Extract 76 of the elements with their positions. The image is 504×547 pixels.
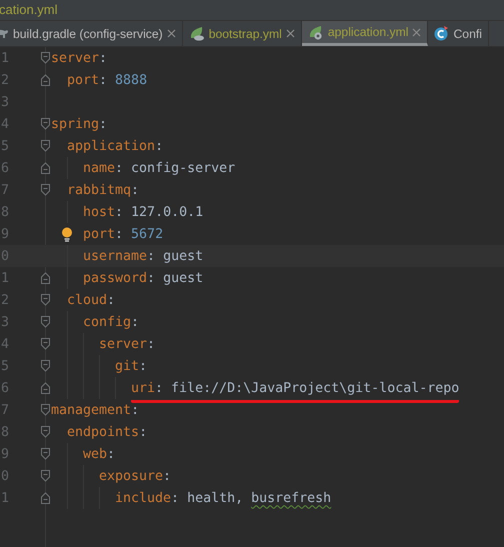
fold-icon [41, 382, 50, 394]
yaml-key: application: [67, 138, 164, 154]
line-number: 4 [0, 116, 10, 132]
line-number: 9 [0, 446, 10, 462]
fold-icon [41, 448, 50, 460]
leaf-icon [188, 26, 205, 41]
yaml-value: 127.0.0.1 [131, 204, 204, 220]
yaml-key: name: [83, 160, 124, 176]
close-icon[interactable] [166, 29, 176, 38]
line-number: 2 [0, 292, 10, 308]
yaml-key: port: [67, 72, 108, 88]
line-number: 9 [0, 226, 10, 242]
line-number: 6 [0, 380, 10, 396]
fold-icon [41, 316, 50, 328]
line-number: 3 [0, 94, 10, 110]
line-number: 5 [0, 358, 10, 374]
line-number: 8 [0, 204, 10, 220]
line-number: 5 [0, 138, 10, 154]
editor-tab[interactable]: Confi [428, 21, 489, 46]
line-number: 1 [0, 270, 10, 286]
editor-tab[interactable]: application.yml [302, 21, 428, 46]
fold-icon [41, 470, 50, 482]
yaml-key: uri: [131, 380, 164, 396]
line-number: 7 [0, 182, 10, 198]
yaml-key: port: [83, 226, 124, 242]
yaml-value: guest [163, 270, 204, 286]
fold-icon [41, 492, 50, 504]
yaml-value: 8888 [115, 72, 148, 88]
yaml-key: web: [83, 446, 116, 462]
fold-icon [41, 404, 50, 416]
fold-icon [41, 140, 50, 152]
fold-icon [41, 360, 50, 372]
line-number: 6 [0, 160, 10, 176]
line-number: 2 [0, 72, 10, 88]
line-number: 3 [0, 314, 10, 330]
yaml-value: config-server [131, 160, 236, 176]
yaml-value: 5672 [131, 226, 164, 242]
fold-icon [41, 184, 50, 196]
yaml-key: management: [51, 402, 140, 418]
editor-tab[interactable]: build.gradle (config-service) [0, 21, 183, 46]
line-number: 0 [0, 468, 10, 484]
yaml-value: file://D:\JavaProject\git-local-repo [171, 380, 460, 396]
yaml-key: spring: [51, 116, 108, 132]
yaml-key: rabbitmq: [67, 182, 140, 198]
yaml-value: health, [187, 490, 244, 506]
close-icon[interactable] [286, 29, 295, 38]
yaml-key: config: [83, 314, 140, 330]
line-number: 7 [0, 402, 10, 418]
yaml-key: username: [83, 248, 156, 264]
fold-icon [41, 294, 50, 306]
leaf-icon [308, 24, 324, 40]
fold-icon [41, 118, 50, 130]
yaml-key: cloud: [67, 292, 116, 308]
yaml-key: password: [83, 270, 156, 286]
misspelled-value: busrefresh [251, 490, 332, 506]
yaml-value: guest [163, 248, 204, 264]
fold-icon [41, 426, 50, 438]
yaml-key: host: [83, 204, 124, 220]
class-icon [434, 26, 450, 41]
fold-icon [41, 162, 50, 174]
close-icon[interactable] [412, 28, 422, 36]
line-number: 1 [0, 50, 10, 66]
yaml-key: include: [115, 490, 180, 506]
yaml-key: server: [99, 336, 156, 352]
yaml-key: endpoints: [67, 424, 148, 440]
line-number: 1 [0, 490, 10, 506]
fold-icon [41, 52, 50, 64]
fold-icon [41, 74, 50, 86]
yaml-key: exposure: [99, 468, 172, 484]
fold-icon [41, 272, 50, 284]
editor-tab[interactable]: bootstrap.yml [182, 21, 302, 46]
fold-icon [41, 338, 50, 350]
line-number: 8 [0, 424, 10, 440]
yaml-key: server: [51, 50, 108, 66]
yaml-key: git: [115, 358, 148, 374]
line-number: 4 [0, 336, 10, 352]
